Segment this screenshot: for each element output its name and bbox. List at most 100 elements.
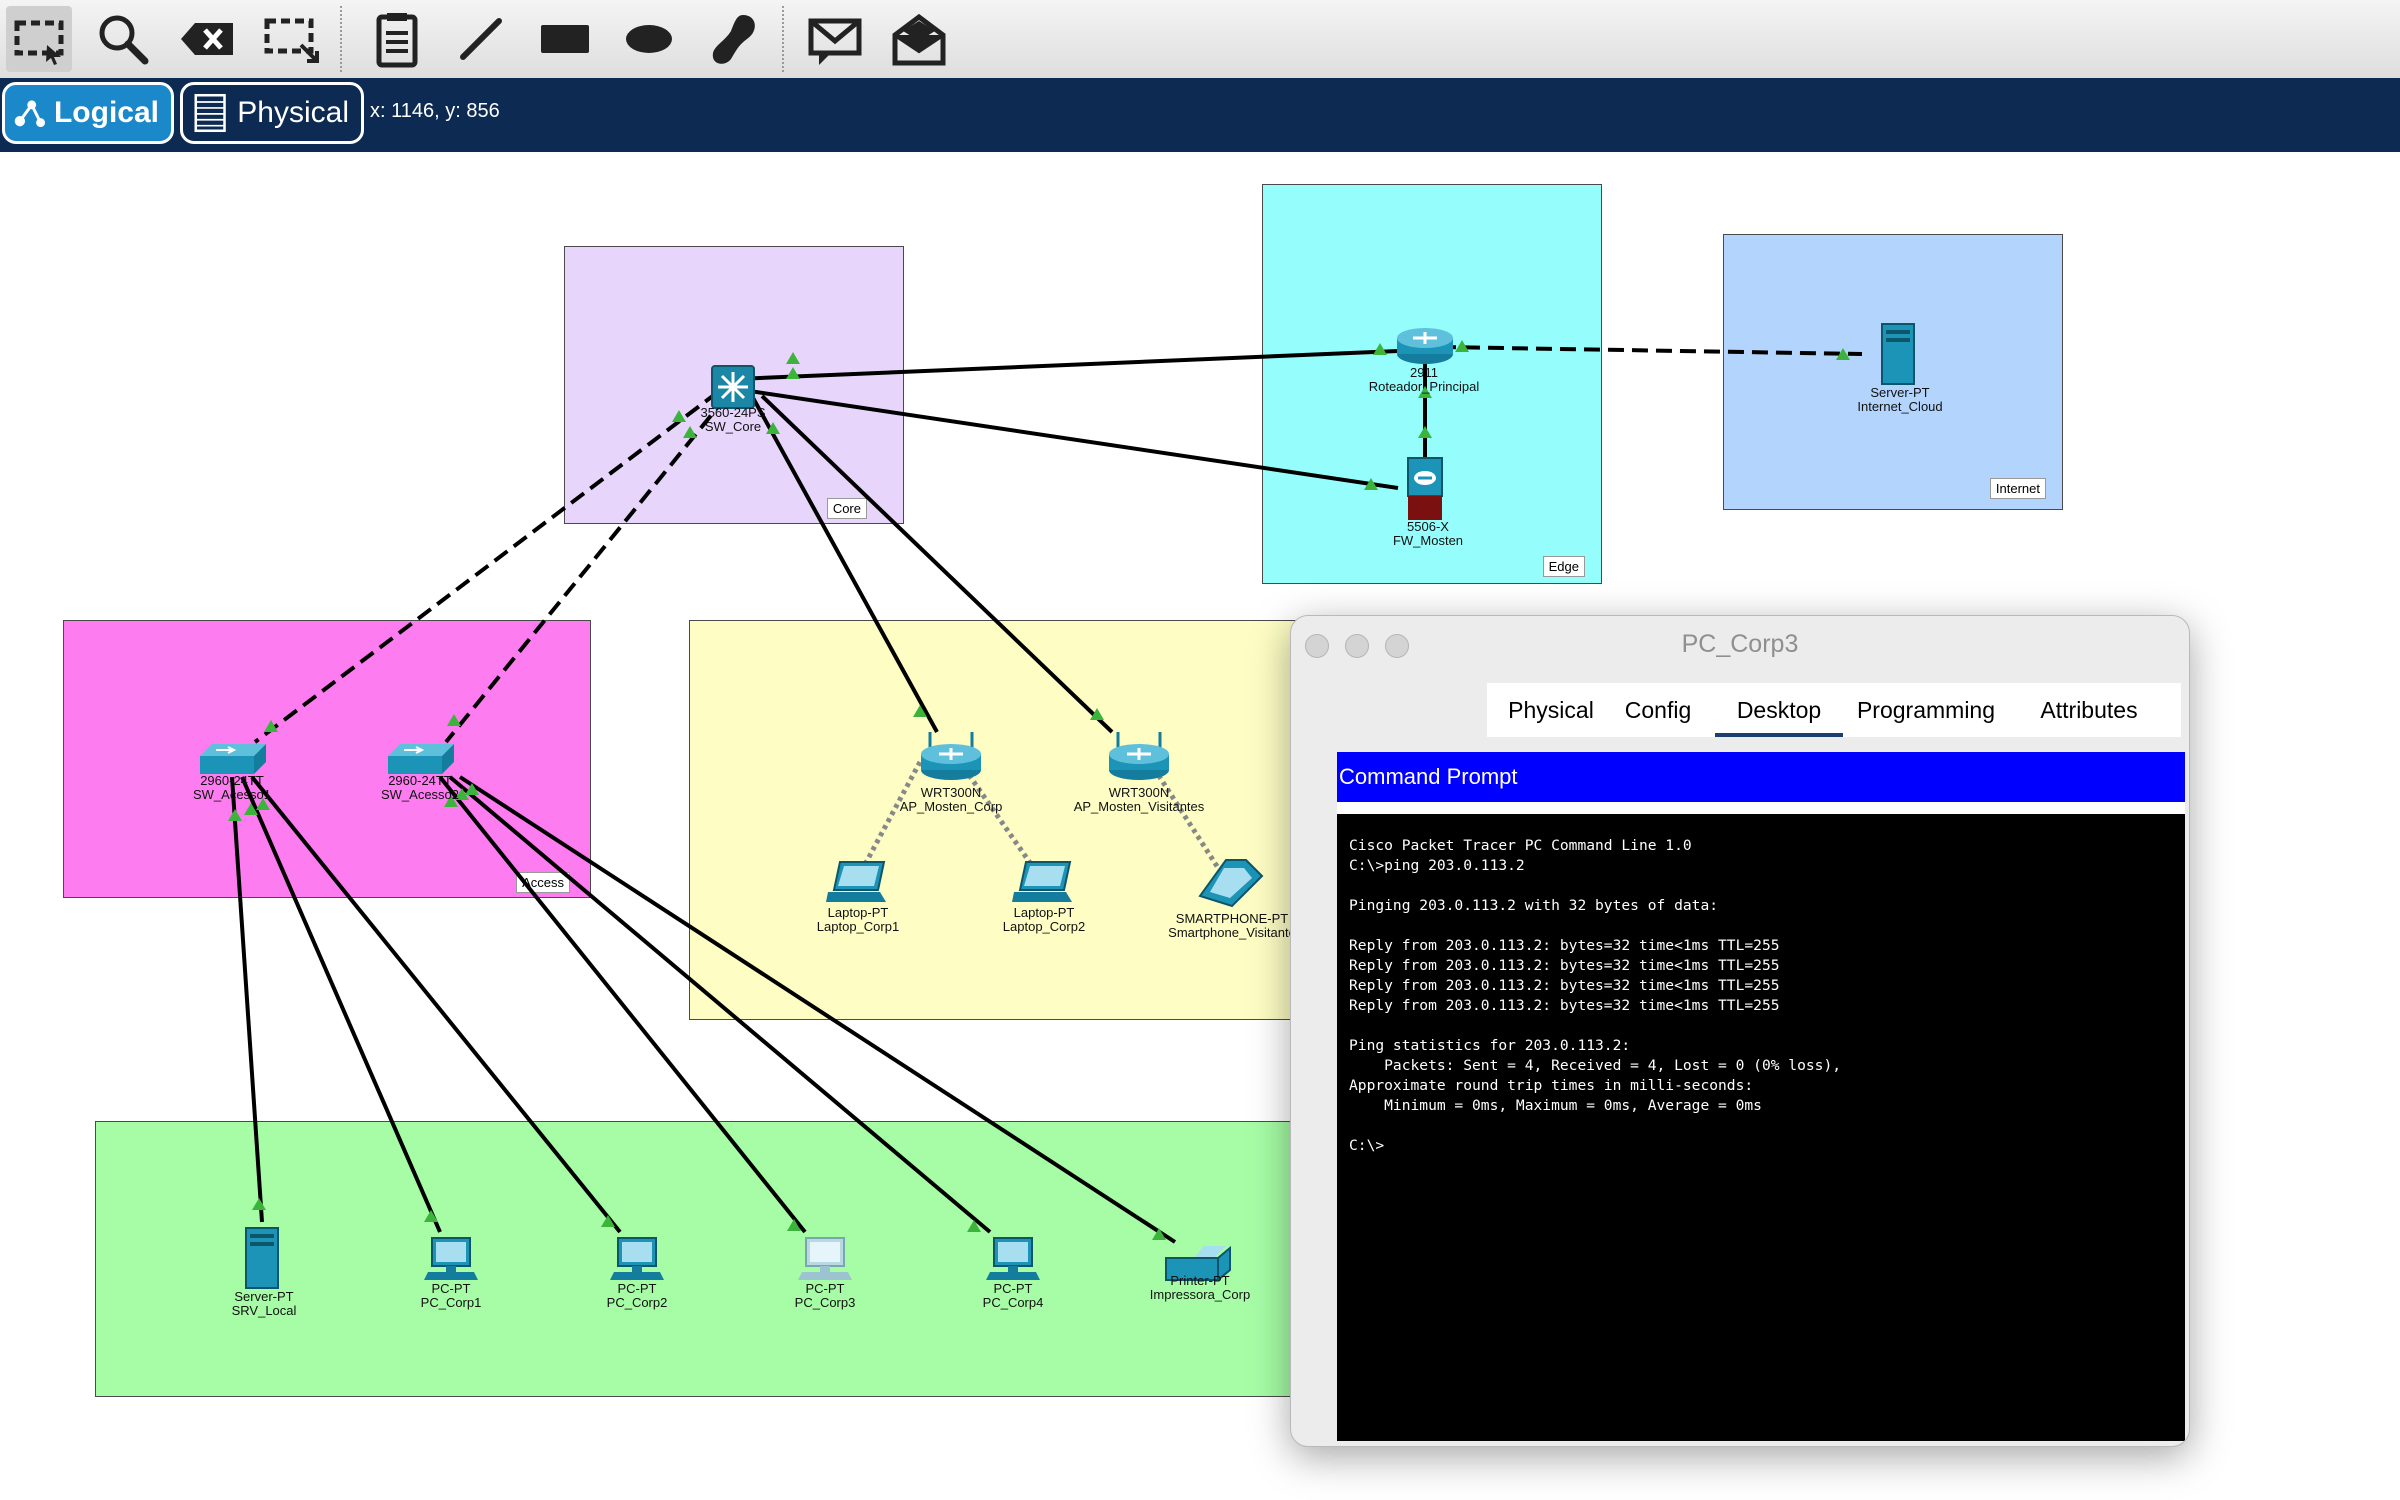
window-title: PC_Corp3: [1681, 630, 1799, 658]
device-window[interactable]: PC_Corp3 Physical Config Desktop Program…: [1290, 615, 2190, 1447]
maximize-window-button[interactable]: [1385, 634, 1409, 658]
simple-pdu-icon: [808, 18, 862, 65]
sw-acesso2-label: 2960-24TT SW_Acesso2: [380, 773, 460, 802]
link-acesso2-pc3[interactable]: [438, 775, 807, 1234]
smartphone-icon[interactable]: [1196, 856, 1266, 910]
close-window-button[interactable]: [1305, 634, 1329, 658]
pc3-label: PC-PT PC_Corp3: [794, 1281, 856, 1310]
sw-core-label: 3560-24PS SW_Core: [700, 405, 766, 434]
pc-icon[interactable]: [610, 1236, 664, 1282]
terminal-line: Reply from 203.0.113.2: bytes=32 time<1m…: [1349, 957, 1780, 974]
link-status-up: [1373, 343, 1387, 355]
internet-server-label: Server-PT Internet_Cloud: [1857, 385, 1943, 414]
terminal-line: Reply from 203.0.113.2: bytes=32 time<1m…: [1349, 997, 1780, 1014]
minimize-window-button[interactable]: [1345, 634, 1369, 658]
toolbar-separator: [782, 6, 784, 72]
tab-programming[interactable]: Programming: [1847, 683, 2005, 737]
server-icon[interactable]: [242, 1226, 282, 1290]
pc2-label: PC-PT PC_Corp2: [606, 1281, 668, 1310]
smartphone-label: SMARTPHONE-PT Smartphone_Visitante: [1168, 911, 1296, 940]
logical-mode-button[interactable]: Logical: [2, 82, 174, 144]
terminal-line: Packets: Sent = 4, Received = 4, Lost = …: [1349, 1057, 1842, 1074]
link-core-router[interactable]: [735, 348, 1423, 381]
link-status-up: [672, 410, 686, 422]
terminal-line: Reply from 203.0.113.2: bytes=32 time<1m…: [1349, 937, 1780, 954]
link-acesso2-printer[interactable]: [458, 775, 1177, 1244]
wireless-router-icon[interactable]: [918, 730, 984, 782]
zoom-icon: [99, 15, 149, 65]
select-tool-button[interactable]: [6, 6, 72, 72]
link-core-acesso2[interactable]: [444, 395, 728, 744]
rectangle-tool-button[interactable]: [532, 6, 598, 72]
firewall-icon[interactable]: [1406, 456, 1444, 522]
link-acesso1-srv[interactable]: [230, 776, 264, 1223]
terminal-prompt[interactable]: C:\>: [1349, 1136, 2185, 1156]
resize-tool-button[interactable]: [258, 6, 324, 72]
tab-attributes[interactable]: Attributes: [2013, 683, 2165, 737]
pc-icon-selected[interactable]: [798, 1236, 852, 1282]
complex-pdu-button[interactable]: [886, 6, 952, 72]
ap-visitantes-label: WRT300N AP_Mosten_Visitantes: [1073, 785, 1205, 814]
terminal-line: C:\>ping 203.0.113.2: [1349, 857, 1525, 874]
link-status-up: [786, 367, 800, 379]
link-status-up: [786, 352, 800, 364]
terminal-line: Cisco Packet Tracer PC Command Line 1.0: [1349, 837, 1692, 854]
link-core-ap-corp[interactable]: [750, 395, 939, 733]
switch-icon[interactable]: [386, 742, 456, 776]
laptop1-label: Laptop-PT Laptop_Corp1: [816, 905, 900, 934]
inspect-tool-button[interactable]: [90, 6, 156, 72]
link-core-firewall[interactable]: [735, 387, 1399, 490]
ap-corp-label: WRT300N AP_Mosten_Corp: [899, 785, 1003, 814]
freeform-tool-button[interactable]: [700, 6, 766, 72]
link-core-acesso1[interactable]: [253, 390, 720, 744]
logical-topology-icon: [14, 100, 46, 128]
link-core-ap-visitantes[interactable]: [760, 394, 1114, 734]
printer-label: Printer-PT Impressora_Corp: [1149, 1273, 1251, 1302]
laptop-icon[interactable]: [824, 860, 892, 906]
complex-pdu-icon: [892, 13, 946, 66]
main-toolbar: [0, 0, 2400, 79]
laptop2-label: Laptop-PT Laptop_Corp2: [1002, 905, 1086, 934]
pc-icon[interactable]: [986, 1236, 1040, 1282]
ellipse-icon: [626, 25, 672, 53]
pc-icon[interactable]: [424, 1236, 478, 1282]
laptop-icon[interactable]: [1010, 860, 1078, 906]
router-label: 2911 Roteador_Principal: [1368, 365, 1480, 394]
link-status-up: [424, 1210, 438, 1222]
line-icon: [460, 18, 502, 60]
ellipse-tool-button[interactable]: [616, 6, 682, 72]
srv-local-label: Server-PT SRV_Local: [231, 1289, 297, 1318]
link-acesso1-pc1[interactable]: [240, 776, 442, 1233]
tab-physical[interactable]: Physical: [1497, 683, 1605, 737]
command-prompt-title: Command Prompt: [1337, 752, 2185, 802]
workspace-mode-bar: Logical Physical x: 1146, y: 856: [0, 78, 2400, 152]
logical-mode-label: Logical: [53, 96, 159, 129]
delete-tool-button[interactable]: [174, 6, 240, 72]
link-status-up: [252, 1198, 266, 1210]
tab-config[interactable]: Config: [1613, 683, 1703, 737]
router-icon[interactable]: [1394, 326, 1456, 366]
command-prompt-divider: [1337, 802, 2185, 814]
link-acesso2-pc4[interactable]: [448, 775, 992, 1234]
freeform-icon: [712, 15, 755, 64]
server-icon[interactable]: [1878, 322, 1918, 386]
tab-desktop[interactable]: Desktop: [1715, 683, 1843, 737]
physical-mode-label: Physical: [237, 96, 349, 129]
note-tool-button[interactable]: [364, 6, 430, 72]
rectangle-icon: [541, 25, 589, 53]
command-prompt-terminal[interactable]: Cisco Packet Tracer PC Command Line 1.0 …: [1337, 814, 2185, 1441]
line-tool-button[interactable]: [448, 6, 514, 72]
multilayer-switch-icon[interactable]: [710, 364, 756, 410]
simple-pdu-button[interactable]: [802, 6, 868, 72]
sw-acesso1-label: 2960-24TT SW_Acesso1: [192, 773, 272, 802]
link-router-internet[interactable]: [1439, 345, 1863, 356]
switch-icon[interactable]: [198, 742, 268, 776]
terminal-line: Minimum = 0ms, Maximum = 0ms, Average = …: [1349, 1097, 1762, 1114]
firewall-label: 5506-X FW_Mosten: [1392, 519, 1464, 548]
wireless-router-icon[interactable]: [1106, 730, 1172, 782]
delete-icon: [181, 23, 233, 55]
resize-icon: [264, 18, 319, 63]
physical-mode-button[interactable]: Physical: [180, 82, 364, 144]
